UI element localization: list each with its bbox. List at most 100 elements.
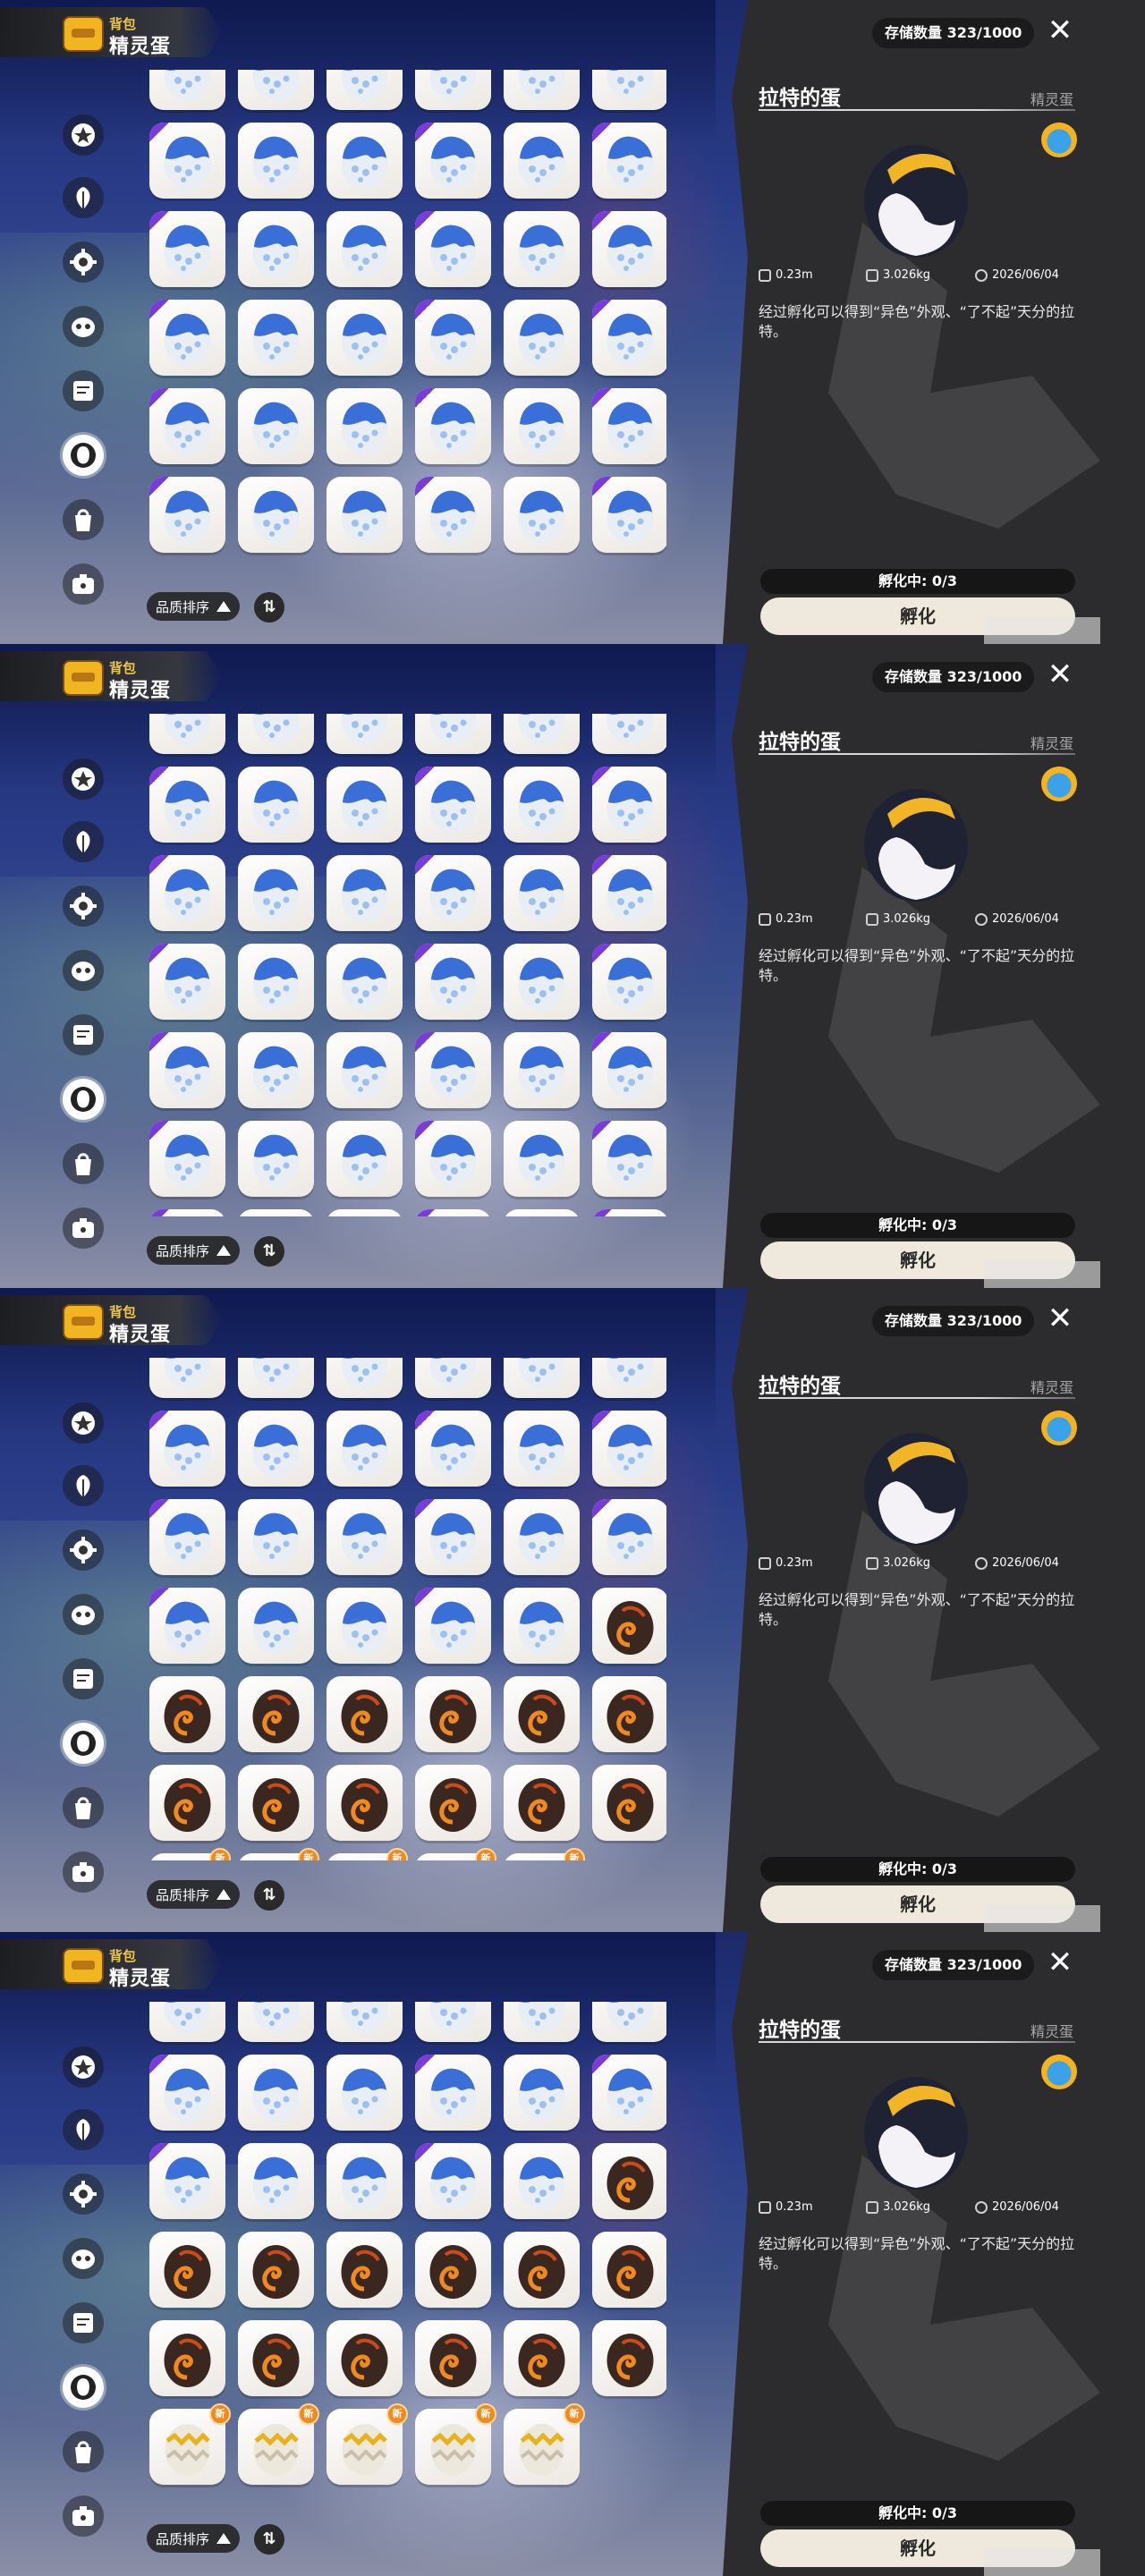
close-icon[interactable]: ✕ [1045, 659, 1075, 691]
sidebar-item-card[interactable] [63, 2302, 104, 2343]
blue-egg-slot[interactable] [327, 855, 403, 931]
blue-egg-slot[interactable] [327, 714, 403, 754]
fire-egg-slot[interactable] [238, 1676, 314, 1752]
fire-egg-slot[interactable] [149, 1676, 225, 1752]
blue-egg-slot[interactable] [327, 70, 403, 110]
blue-egg-slot[interactable] [149, 2143, 225, 2219]
swap-arrows-icon[interactable]: ⇅ [254, 1236, 284, 1267]
blue-egg-slot[interactable] [504, 388, 580, 464]
sort-dropdown[interactable]: 品质排序 [147, 2524, 241, 2553]
swap-arrows-icon[interactable]: ⇅ [254, 2524, 284, 2555]
blue-egg-slot[interactable] [238, 944, 314, 1020]
blue-egg-slot[interactable] [592, 1499, 666, 1575]
blue-egg-slot[interactable] [415, 714, 491, 754]
blue-egg-slot[interactable] [592, 1358, 666, 1398]
blue-egg-slot[interactable] [149, 714, 225, 754]
fire-egg-slot[interactable] [327, 1676, 403, 1752]
blue-egg-slot[interactable] [415, 477, 491, 553]
blue-egg-slot[interactable] [415, 2055, 491, 2131]
sidebar-item-card[interactable] [63, 1658, 104, 1699]
sidebar-item-card[interactable] [63, 370, 104, 411]
blue-egg-slot[interactable] [238, 477, 314, 553]
fire-egg-slot[interactable] [415, 1676, 491, 1752]
blue-egg-slot[interactable] [238, 767, 314, 843]
gold-egg-slot[interactable]: 新 [149, 1848, 231, 1860]
fire-egg-slot[interactable] [238, 2320, 314, 2396]
sort-dropdown[interactable]: 品质排序 [147, 1880, 241, 1909]
sidebar-item-box[interactable] [63, 1208, 104, 1249]
blue-egg-slot[interactable] [149, 2002, 225, 2042]
close-icon[interactable]: ✕ [1045, 1303, 1075, 1335]
fire-egg-slot[interactable] [592, 2320, 666, 2396]
blue-egg-slot[interactable] [415, 123, 491, 199]
blue-egg-slot[interactable] [504, 1411, 580, 1487]
blue-egg-slot[interactable] [592, 123, 666, 199]
blue-egg-slot[interactable] [415, 1121, 491, 1197]
blue-egg-slot[interactable] [415, 1358, 491, 1398]
sidebar-item-mask[interactable] [63, 950, 104, 991]
blue-egg-slot[interactable] [504, 1588, 580, 1664]
blue-egg-slot[interactable] [415, 2002, 491, 2042]
fire-egg-slot[interactable] [149, 1765, 225, 1841]
sidebar-item-bag[interactable] [63, 1787, 104, 1828]
blue-egg-slot[interactable] [504, 2002, 580, 2042]
blue-egg-slot[interactable] [238, 70, 314, 110]
blue-egg-slot[interactable] [504, 477, 580, 553]
blue-egg-slot[interactable] [327, 944, 403, 1020]
gold-egg-slot[interactable]: 新 [149, 2403, 231, 2485]
blue-egg-slot[interactable] [415, 1032, 491, 1108]
blue-egg-slot[interactable] [415, 300, 491, 376]
fire-egg-slot[interactable] [327, 2232, 403, 2308]
fire-egg-slot[interactable] [592, 2143, 666, 2219]
blue-egg-slot[interactable] [415, 388, 491, 464]
blue-egg-slot[interactable] [327, 1209, 403, 1216]
blue-egg-slot[interactable] [327, 1588, 403, 1664]
blue-egg-slot[interactable] [592, 2055, 666, 2131]
blue-egg-slot[interactable] [238, 2055, 314, 2131]
blue-egg-slot[interactable] [149, 1499, 225, 1575]
blue-egg-slot[interactable] [327, 2143, 403, 2219]
sidebar-item-leaf[interactable] [63, 2109, 104, 2150]
blue-egg-slot[interactable] [149, 70, 225, 110]
sidebar-item-star[interactable] [63, 758, 104, 800]
fire-egg-slot[interactable] [504, 2320, 580, 2396]
blue-egg-slot[interactable] [149, 1358, 225, 1398]
blue-egg-slot[interactable] [415, 1411, 491, 1487]
blue-egg-slot[interactable] [592, 70, 666, 110]
blue-egg-slot[interactable] [327, 767, 403, 843]
blue-egg-slot[interactable] [592, 855, 666, 931]
sidebar-item-gear[interactable] [63, 1530, 104, 1571]
fire-egg-slot[interactable] [592, 2232, 666, 2308]
gold-egg-slot[interactable]: 新 [327, 1848, 408, 1860]
sidebar-item-box[interactable] [63, 1852, 104, 1893]
gold-egg-slot[interactable]: 新 [238, 2403, 319, 2485]
blue-egg-slot[interactable] [504, 211, 580, 287]
fire-egg-slot[interactable] [415, 2232, 491, 2308]
sidebar-item-egg[interactable] [63, 435, 104, 476]
blue-egg-slot[interactable] [504, 767, 580, 843]
blue-egg-slot[interactable] [504, 2055, 580, 2131]
blue-egg-slot[interactable] [149, 1032, 225, 1108]
blue-egg-slot[interactable] [504, 2143, 580, 2219]
sidebar-item-gear[interactable] [63, 2174, 104, 2215]
blue-egg-slot[interactable] [238, 1209, 314, 1216]
blue-egg-slot[interactable] [238, 1121, 314, 1197]
blue-egg-slot[interactable] [149, 211, 225, 287]
sidebar-item-gear[interactable] [63, 242, 104, 283]
blue-egg-slot[interactable] [592, 714, 666, 754]
swap-arrows-icon[interactable]: ⇅ [254, 1880, 284, 1911]
fire-egg-slot[interactable] [504, 1676, 580, 1752]
fire-egg-slot[interactable] [504, 2232, 580, 2308]
blue-egg-slot[interactable] [504, 1121, 580, 1197]
blue-egg-slot[interactable] [238, 2002, 314, 2042]
blue-egg-slot[interactable] [327, 388, 403, 464]
sidebar-item-egg[interactable] [63, 2367, 104, 2408]
fire-egg-slot[interactable] [327, 2320, 403, 2396]
sidebar-item-mask[interactable] [63, 306, 104, 347]
blue-egg-slot[interactable] [415, 855, 491, 931]
sort-dropdown[interactable]: 品质排序 [147, 592, 241, 621]
sidebar-item-gear[interactable] [63, 886, 104, 927]
blue-egg-slot[interactable] [327, 1358, 403, 1398]
blue-egg-slot[interactable] [149, 1411, 225, 1487]
blue-egg-slot[interactable] [238, 1032, 314, 1108]
